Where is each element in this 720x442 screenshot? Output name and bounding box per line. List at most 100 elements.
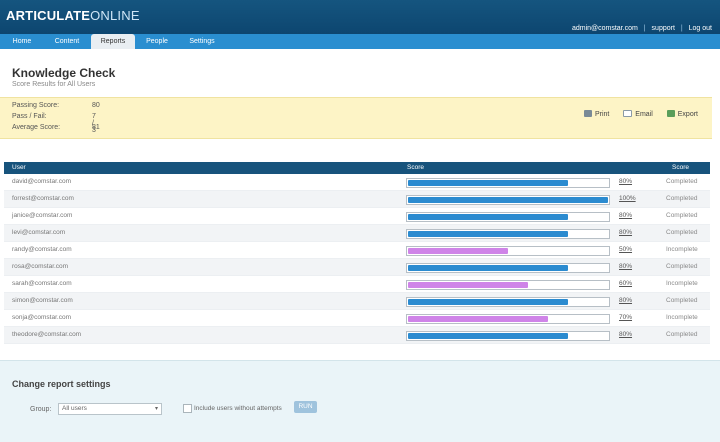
table-row: janice@comstar.com 80% Completed	[4, 208, 710, 225]
score-percent[interactable]: 50%	[619, 246, 632, 253]
passing-score-value: 80	[92, 102, 100, 109]
score-bar	[406, 314, 610, 324]
user-email-cell[interactable]: rosa@comstar.com	[12, 263, 68, 270]
score-percent[interactable]: 60%	[619, 280, 632, 287]
score-bar-fill	[408, 180, 568, 186]
score-bar-fill	[408, 214, 568, 220]
table-row: forrest@comstar.com 100% Completed	[4, 191, 710, 208]
table-row: sarah@comstar.com 60% Incomplete	[4, 276, 710, 293]
user-email-cell[interactable]: sonja@comstar.com	[12, 314, 71, 321]
user-email-cell[interactable]: janice@comstar.com	[12, 212, 72, 219]
score-bar-fill	[408, 231, 568, 237]
status-cell: Incomplete	[666, 246, 698, 253]
status-cell: Completed	[666, 263, 698, 270]
status-cell: Completed	[666, 297, 698, 304]
envelope-icon	[623, 110, 633, 117]
support-link[interactable]: support	[652, 25, 675, 32]
app-logo[interactable]: ARTICULATEONLINE	[6, 8, 140, 23]
user-email-cell[interactable]: randy@comstar.com	[12, 246, 72, 253]
status-cell: Completed	[666, 229, 698, 236]
page-subtitle: Score Results for All Users	[12, 81, 96, 88]
export-label: Export	[677, 111, 698, 118]
user-email-cell[interactable]: levi@comstar.com	[12, 229, 65, 236]
score-bar	[406, 263, 610, 273]
email-button[interactable]: Email	[623, 110, 653, 118]
score-bar-fill	[408, 248, 508, 254]
page: ARTICULATEONLINE admin@comstar.com | sup…	[0, 0, 720, 442]
score-percent[interactable]: 80%	[619, 263, 632, 270]
user-email-cell[interactable]: forrest@comstar.com	[12, 195, 74, 202]
score-percent[interactable]: 70%	[619, 314, 632, 321]
score-percent[interactable]: 80%	[619, 212, 632, 219]
score-bar	[406, 331, 610, 341]
brand-bold: ARTICULATE	[6, 8, 91, 23]
divider: |	[680, 25, 683, 32]
email-label: Email	[635, 111, 653, 118]
tab-settings[interactable]: Settings	[180, 34, 224, 49]
group-label: Group:	[30, 406, 52, 413]
average-score-value: 81	[92, 124, 100, 131]
score-bar	[406, 229, 610, 239]
results-table-header: User Score Score	[4, 162, 710, 174]
score-bar-fill	[408, 333, 568, 339]
status-cell: Completed	[666, 212, 698, 219]
tab-content[interactable]: Content	[46, 34, 88, 49]
report-settings-panel: Change report settings Group: All users …	[0, 360, 720, 442]
printer-icon	[583, 110, 592, 117]
table-row: simon@comstar.com 80% Completed	[4, 293, 710, 310]
score-bar	[406, 212, 610, 222]
page-title: Knowledge Check	[12, 66, 116, 80]
top-header: ARTICULATEONLINE admin@comstar.com | sup…	[0, 0, 720, 34]
user-links: admin@comstar.com | support | Log out	[568, 25, 712, 32]
group-select[interactable]: All users ▾	[58, 403, 162, 415]
summary-panel: Passing Score: 80 Pass / Fail: 7 / 3 Ave…	[0, 97, 712, 139]
run-button[interactable]: RUN	[294, 401, 317, 413]
passing-score-label: Passing Score:	[12, 102, 60, 109]
column-header-status[interactable]: Score	[672, 164, 689, 171]
score-percent[interactable]: 80%	[619, 178, 632, 185]
score-bar	[406, 246, 610, 256]
chevron-down-icon: ▾	[154, 406, 158, 412]
report-actions: Print Email Export	[572, 110, 698, 118]
include-users-checkbox[interactable]	[183, 404, 192, 413]
score-percent[interactable]: 80%	[619, 331, 632, 338]
score-bar	[406, 297, 610, 307]
print-label: Print	[594, 111, 610, 118]
table-row: theodore@comstar.com 80% Completed	[4, 327, 710, 344]
average-score-label: Average Score:	[12, 124, 61, 131]
tab-home[interactable]: Home	[2, 34, 42, 49]
print-button[interactable]: Print	[583, 110, 610, 118]
status-cell: Incomplete	[666, 280, 698, 287]
user-email-cell[interactable]: sarah@comstar.com	[12, 280, 72, 287]
score-percent[interactable]: 80%	[619, 229, 632, 236]
score-bar-fill	[408, 316, 548, 322]
user-email-cell[interactable]: theodore@comstar.com	[12, 331, 81, 338]
status-cell: Completed	[666, 195, 698, 202]
divider: |	[643, 25, 646, 32]
score-bar-fill	[408, 197, 608, 203]
settings-title: Change report settings	[12, 379, 111, 389]
score-bar	[406, 280, 610, 290]
status-cell: Incomplete	[666, 314, 698, 321]
score-percent[interactable]: 80%	[619, 297, 632, 304]
export-button[interactable]: Export	[666, 110, 698, 118]
user-email-cell[interactable]: david@comstar.com	[12, 178, 71, 185]
status-cell: Completed	[666, 178, 698, 185]
table-row: randy@comstar.com 50% Incomplete	[4, 242, 710, 259]
results-table-body: david@comstar.com 80% Completed forrest@com…	[4, 174, 710, 344]
group-select-value: All users	[62, 405, 87, 412]
user-email-cell[interactable]: simon@comstar.com	[12, 297, 73, 304]
user-email[interactable]: admin@comstar.com	[572, 25, 638, 32]
tab-reports[interactable]: Reports	[91, 34, 135, 49]
include-users-label: Include users without attempts	[194, 405, 282, 412]
column-header-score[interactable]: Score	[407, 164, 424, 171]
table-row: levi@comstar.com 80% Completed	[4, 225, 710, 242]
main-nav: Home Content Reports People Settings	[0, 34, 720, 49]
table-row: rosa@comstar.com 80% Completed	[4, 259, 710, 276]
score-percent[interactable]: 100%	[619, 195, 636, 202]
column-header-user[interactable]: User	[12, 164, 26, 171]
status-cell: Completed	[666, 331, 698, 338]
table-row: david@comstar.com 80% Completed	[4, 174, 710, 191]
tab-people[interactable]: People	[138, 34, 176, 49]
logout-link[interactable]: Log out	[689, 25, 712, 32]
